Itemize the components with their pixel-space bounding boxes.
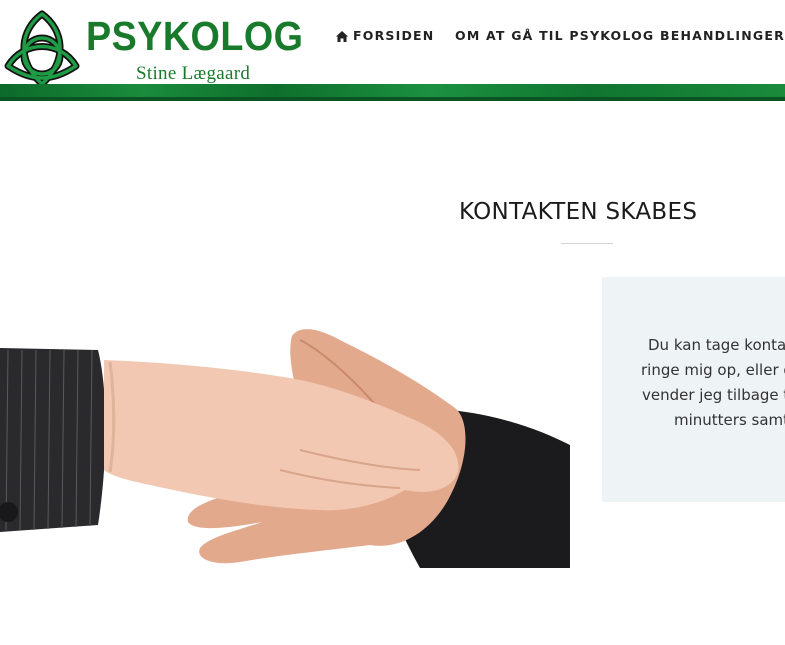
section-heading: KONTAKTEN SKABES (459, 199, 698, 225)
nav-label-om: OM AT GÅ TIL PSYKOLOG (455, 28, 655, 43)
handshake-image (0, 329, 570, 568)
site-header: PSYKOLOG Stine Lægaard FORSIDEN OM AT GÅ… (0, 0, 785, 88)
heading-divider (561, 243, 613, 244)
nav-item-behandlinger[interactable]: BEHANDLINGER (660, 27, 785, 45)
home-icon (336, 31, 348, 42)
nav-item-forsiden[interactable]: FORSIDEN (336, 27, 434, 45)
celtic-knot-icon (4, 10, 80, 88)
contact-text-line: Du kan tage kontakt (648, 336, 785, 354)
contact-text-line: ringe mig op, eller du (641, 361, 785, 379)
header-band-shadow (0, 97, 785, 101)
nav-item-om-at-gaa-til-psykolog[interactable]: OM AT GÅ TIL PSYKOLOG (455, 27, 654, 45)
contact-info-box: Du kan tage kontakt ringe mig op, eller … (602, 277, 785, 502)
logo-subtitle: Stine Lægaard (136, 63, 251, 84)
nav-label-forsiden: FORSIDEN (353, 28, 435, 43)
main-nav: FORSIDEN OM AT GÅ TIL PSYKOLOG BEHANDLIN… (0, 27, 785, 47)
contact-text-line: vender jeg tilbage til (642, 386, 785, 404)
contact-text: Du kan tage kontakt ringe mig op, eller … (602, 333, 785, 433)
nav-label-behandlinger: BEHANDLINGER (660, 28, 785, 43)
contact-text-line: minutters samta (674, 411, 785, 429)
